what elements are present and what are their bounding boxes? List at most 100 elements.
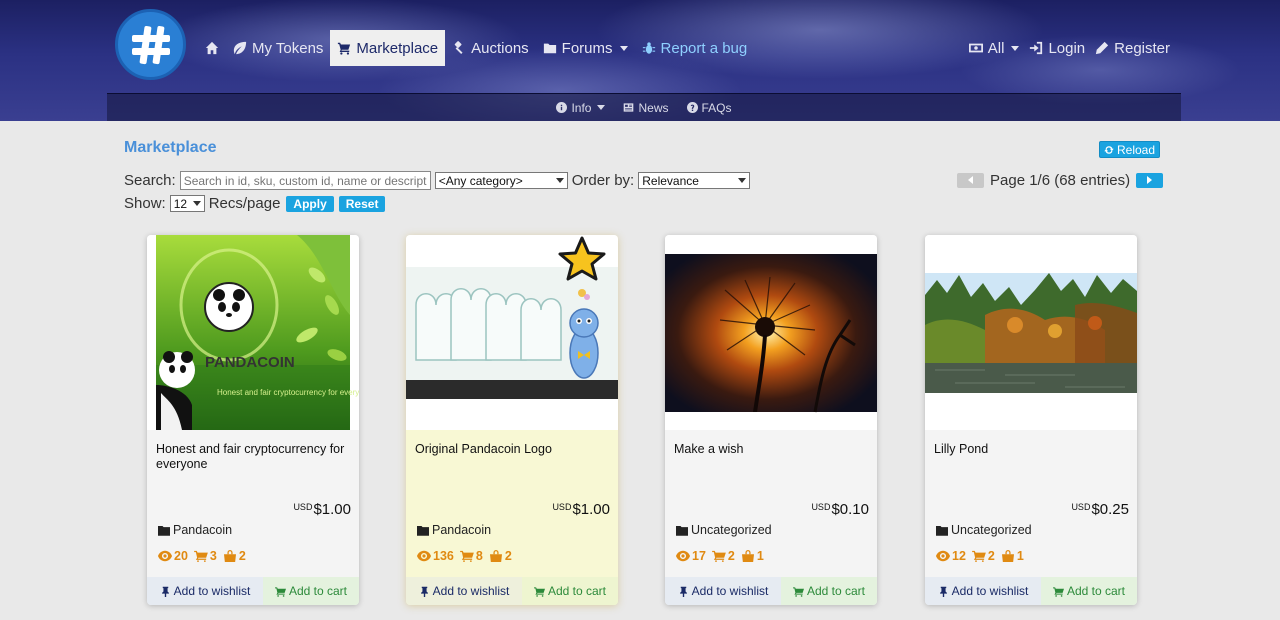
recs-label: Recs/page xyxy=(208,195,281,212)
nav-label: My Tokens xyxy=(252,39,324,57)
product-image[interactable] xyxy=(665,235,877,430)
recs-per-page-select[interactable]: 12 xyxy=(169,195,205,212)
nav-report-bug[interactable]: Report a bug xyxy=(635,30,755,66)
pandacoin-artwork: PANDACOIN Honest and fair cryptocurrency… xyxy=(156,235,359,430)
nav-label: Register xyxy=(1114,39,1170,57)
pencil-icon xyxy=(1096,41,1109,55)
pin-icon xyxy=(939,586,947,597)
nav-label: Report a bug xyxy=(660,39,748,57)
prev-page-button[interactable] xyxy=(957,172,984,188)
add-to-wishlist-button[interactable]: Add to wishlist xyxy=(665,577,781,605)
subnav-faqs[interactable]: FAQs xyxy=(686,100,732,115)
price-currency: USD xyxy=(552,502,572,512)
nav-auctions[interactable]: Auctions xyxy=(445,30,536,66)
carts-count: 2 xyxy=(987,549,995,563)
product-price: USD $1.00 xyxy=(293,501,351,518)
views-count: 17 xyxy=(692,549,706,563)
page-title: Marketplace xyxy=(124,139,217,156)
product-image[interactable] xyxy=(925,235,1137,430)
apply-button[interactable]: Apply xyxy=(286,195,334,212)
product-title[interactable]: Honest and fair cryptocurrency for every… xyxy=(156,442,352,472)
category-label: Pandacoin xyxy=(173,523,233,537)
add-to-wishlist-button[interactable]: Add to wishlist xyxy=(925,577,1041,605)
carts-count: 8 xyxy=(475,549,483,563)
shopping-bag-icon xyxy=(741,550,754,562)
hashtag-icon xyxy=(131,25,170,64)
reset-button[interactable]: Reset xyxy=(338,195,386,212)
wishlist-label: Add to wishlist xyxy=(691,584,769,598)
category-select[interactable]: <Any category> xyxy=(434,172,568,189)
subnav-label: FAQs xyxy=(701,100,732,115)
nav-marketplace[interactable]: Marketplace xyxy=(330,30,446,66)
nav-label: Auctions xyxy=(471,39,529,57)
nav-label: Marketplace xyxy=(356,39,439,57)
reload-button[interactable]: Reload xyxy=(1099,141,1160,158)
cart-icon xyxy=(460,550,474,562)
price-currency: USD xyxy=(1071,502,1091,512)
register-link[interactable]: Register xyxy=(1090,30,1175,66)
category-label: Uncategorized xyxy=(951,523,1032,537)
search-input[interactable] xyxy=(179,171,431,190)
nav-my-tokens[interactable]: My Tokens xyxy=(226,30,330,66)
category-label: Uncategorized xyxy=(691,523,772,537)
product-image[interactable] xyxy=(406,235,618,430)
cart-plus-icon xyxy=(1052,586,1064,597)
info-icon xyxy=(556,102,568,113)
product-category[interactable]: Uncategorized xyxy=(936,523,1032,537)
product-title[interactable]: Original Pandacoin Logo xyxy=(415,442,611,457)
product-category[interactable]: Pandacoin xyxy=(158,523,232,537)
add-to-cart-button[interactable]: Add to cart xyxy=(1041,577,1137,605)
subnav-info[interactable]: Info xyxy=(556,101,606,115)
home-icon xyxy=(205,41,219,55)
product-image[interactable]: PANDACOIN Honest and fair cryptocurrency… xyxy=(147,235,359,430)
leaf-icon xyxy=(233,41,247,55)
chevron-down-icon xyxy=(619,45,628,51)
newspaper-icon xyxy=(624,103,634,112)
cart-label: Add to cart xyxy=(1066,584,1126,598)
chevron-down-icon xyxy=(192,201,201,206)
add-to-cart-button[interactable]: Add to cart xyxy=(263,577,359,605)
nav-forums[interactable]: Forums xyxy=(536,30,635,66)
product-card[interactable]: Make a wish USD $0.10 Uncategorized 17 2 … xyxy=(665,235,877,605)
user-nav: All Login Register xyxy=(964,30,1175,66)
show-value: 12 xyxy=(173,196,188,211)
product-stats: 12 2 1 xyxy=(936,549,1024,563)
chevron-down-icon xyxy=(738,178,747,183)
order-select[interactable]: Relevance xyxy=(638,172,751,189)
add-to-cart-button[interactable]: Add to cart xyxy=(522,577,618,605)
add-to-wishlist-button[interactable]: Add to wishlist xyxy=(406,577,522,605)
chevron-down-icon xyxy=(597,105,606,110)
product-category[interactable]: Uncategorized xyxy=(676,523,772,537)
product-price: USD $0.10 xyxy=(811,501,869,518)
eye-icon xyxy=(417,550,431,562)
next-page-button[interactable] xyxy=(1136,172,1164,188)
wishlist-label: Add to wishlist xyxy=(951,584,1029,598)
carts-count: 3 xyxy=(209,549,217,563)
product-actions: Add to wishlist Add to cart xyxy=(665,577,877,605)
main-nav: My Tokens Marketplace Auctions Forums Re… xyxy=(198,30,754,66)
product-category[interactable]: Pandacoin xyxy=(417,523,491,537)
site-logo[interactable] xyxy=(115,9,186,80)
currency-selector[interactable]: All xyxy=(964,30,1025,66)
refresh-icon xyxy=(1104,145,1114,154)
sold-count: 2 xyxy=(238,549,246,563)
shopping-bag-icon xyxy=(223,550,236,562)
pagination: Page 1/6 (68 entries) xyxy=(957,171,1164,189)
folder-icon xyxy=(676,525,688,536)
bug-icon xyxy=(642,42,655,54)
login-link[interactable]: Login xyxy=(1024,30,1090,66)
product-price: USD $1.00 xyxy=(552,501,610,518)
add-to-cart-button[interactable]: Add to cart xyxy=(781,577,877,605)
nav-home[interactable] xyxy=(198,30,226,66)
product-card[interactable]: PANDACOIN Honest and fair cryptocurrency… xyxy=(147,235,359,605)
search-label: Search: xyxy=(124,172,176,189)
cart-icon xyxy=(338,42,351,55)
product-card[interactable]: Original Pandacoin Logo USD $1.00 Pandaco… xyxy=(406,235,618,605)
product-stats: 17 2 1 xyxy=(676,549,764,563)
product-title[interactable]: Make a wish xyxy=(674,442,870,457)
product-card[interactable]: Lilly Pond USD $0.25 Uncategorized 12 2 1… xyxy=(925,235,1137,605)
product-title[interactable]: Lilly Pond xyxy=(934,442,1130,457)
subnav-news[interactable]: News xyxy=(623,101,669,115)
add-to-wishlist-button[interactable]: Add to wishlist xyxy=(147,577,263,605)
cart-label: Add to cart xyxy=(547,584,607,598)
